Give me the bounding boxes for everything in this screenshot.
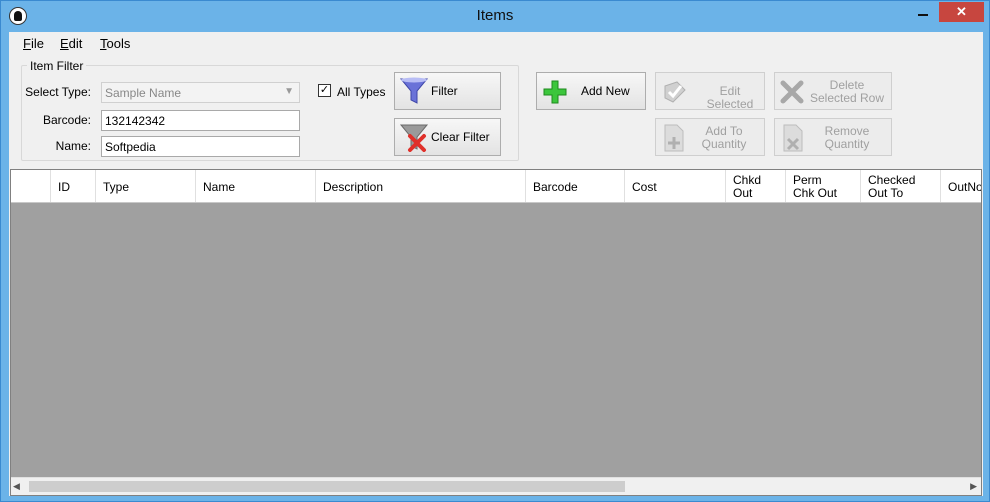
column-header-checked-out-to-label: Checked Out To — [868, 174, 915, 200]
remove-quantity-button[interactable]: Remove Quantity — [774, 118, 892, 156]
column-header-barcode[interactable]: Barcode — [526, 170, 625, 202]
column-header-chkd-out[interactable]: Chkd Out — [726, 170, 786, 202]
delete-label-line2: Selected Row — [809, 91, 885, 105]
client-area: File Edit Tools Item Filter Select Type:… — [9, 32, 983, 496]
menu-edit-label: dit — [68, 36, 83, 51]
column-header-chkd-out-label: Chkd Out — [733, 174, 761, 200]
select-type-label: Select Type: — [25, 85, 91, 99]
perm-chk-out-line1: Perm — [793, 173, 822, 187]
menu-file[interactable]: File — [23, 36, 44, 51]
filter-button-label: Filter — [431, 84, 458, 98]
delete-icon — [780, 80, 804, 104]
checked-out-to-line1: Checked — [868, 173, 916, 187]
barcode-input[interactable]: 132142342 — [101, 110, 300, 131]
add-new-label: Add New — [581, 84, 630, 98]
edit-icon — [664, 81, 686, 103]
column-header-id[interactable]: ID — [51, 170, 96, 202]
column-header-cost-label: Cost — [632, 180, 657, 194]
add-to-quantity-button[interactable]: Add To Quantity — [655, 118, 765, 156]
add-new-button[interactable]: Add New — [536, 72, 646, 110]
barcode-label: Barcode: — [42, 113, 91, 127]
all-types-checkbox[interactable]: ✓ — [318, 84, 331, 97]
clear-filter-icon — [399, 124, 429, 152]
add-qty-line2: Quantity — [701, 137, 747, 151]
column-header-description-label: Description — [323, 180, 384, 194]
name-label: Name: — [55, 139, 91, 153]
select-type-combo[interactable]: Sample Name ▼ — [101, 82, 300, 103]
column-header-outnot-label: OutNot — [948, 180, 981, 194]
all-types-label[interactable]: All Types — [337, 85, 385, 99]
window-title: Items — [476, 7, 514, 24]
menu-edit[interactable]: Edit — [60, 36, 82, 51]
plus-icon — [543, 80, 567, 104]
perm-chk-out-line2: Chk Out — [793, 186, 838, 200]
column-header-cost[interactable]: Cost — [625, 170, 726, 202]
column-header-type-label: Type — [103, 180, 130, 194]
row-header-corner — [11, 170, 51, 202]
remove-qty-line2: Quantity — [824, 137, 870, 151]
items-window: Items ✕ File Edit Tools Item Filter Sele… — [0, 0, 990, 502]
column-header-description[interactable]: Description — [316, 170, 526, 202]
column-header-type[interactable]: Type — [96, 170, 196, 202]
remove-quantity-label: Remove Quantity — [805, 125, 889, 151]
edit-selected-label: Edit Selected — [706, 84, 754, 111]
checked-out-to-line2: Out To — [868, 186, 904, 200]
scroll-left-icon[interactable]: ◀ — [13, 481, 20, 492]
menu-edit-mnemonic: E — [60, 36, 69, 51]
column-header-barcode-label: Barcode — [533, 180, 578, 194]
name-input[interactable]: Softpedia — [101, 136, 300, 157]
horizontal-scrollbar[interactable]: ◀ ▶ — [11, 477, 981, 495]
delete-selected-row-button[interactable]: Delete Selected Row — [774, 72, 892, 110]
add-quantity-icon — [664, 124, 684, 152]
menu-file-mnemonic: F — [23, 36, 31, 51]
select-type-value: Sample Name — [105, 86, 182, 100]
column-header-name-label: Name — [203, 180, 236, 194]
clear-filter-button[interactable]: Clear Filter — [394, 118, 501, 156]
scroll-right-icon[interactable]: ▶ — [970, 481, 977, 492]
chkd-out-line1: Chkd — [733, 173, 762, 187]
column-header-checked-out-to[interactable]: Checked Out To — [861, 170, 941, 202]
add-to-quantity-label: Add To Quantity — [686, 125, 762, 151]
title-bar[interactable]: Items ✕ — [1, 1, 989, 32]
menu-file-label: ile — [30, 36, 44, 51]
edit-selected-button[interactable]: Edit Selected — [655, 72, 765, 111]
filter-button[interactable]: Filter — [394, 72, 501, 110]
chevron-down-icon[interactable]: ▼ — [284, 86, 294, 97]
clear-filter-label: Clear Filter — [431, 130, 490, 144]
column-header-name[interactable]: Name — [196, 170, 316, 202]
column-header-perm-chk-out-label: Perm Chk Out — [793, 174, 837, 200]
column-header-perm-chk-out[interactable]: Perm Chk Out — [786, 170, 861, 202]
remove-quantity-icon — [783, 124, 803, 152]
menu-tools-label: ools — [106, 36, 131, 51]
minimize-icon[interactable] — [918, 14, 928, 16]
chkd-out-line2: Out — [733, 186, 753, 200]
delete-label: Delete Selected Row — [805, 79, 889, 105]
close-icon[interactable]: ✕ — [939, 2, 984, 22]
items-grid[interactable]: ID Type Name Description Barcode Cost Ch… — [10, 169, 982, 496]
funnel-icon — [399, 77, 429, 104]
column-header-outnot[interactable]: OutNot — [941, 170, 981, 202]
menu-bar: File Edit Tools — [9, 32, 983, 54]
column-header-id-label: ID — [58, 180, 70, 194]
item-filter-title: Item Filter — [27, 59, 87, 73]
grid-header: ID Type Name Description Barcode Cost Ch… — [11, 170, 981, 203]
menu-tools[interactable]: Tools — [100, 36, 130, 51]
scrollbar-thumb[interactable] — [29, 481, 625, 492]
